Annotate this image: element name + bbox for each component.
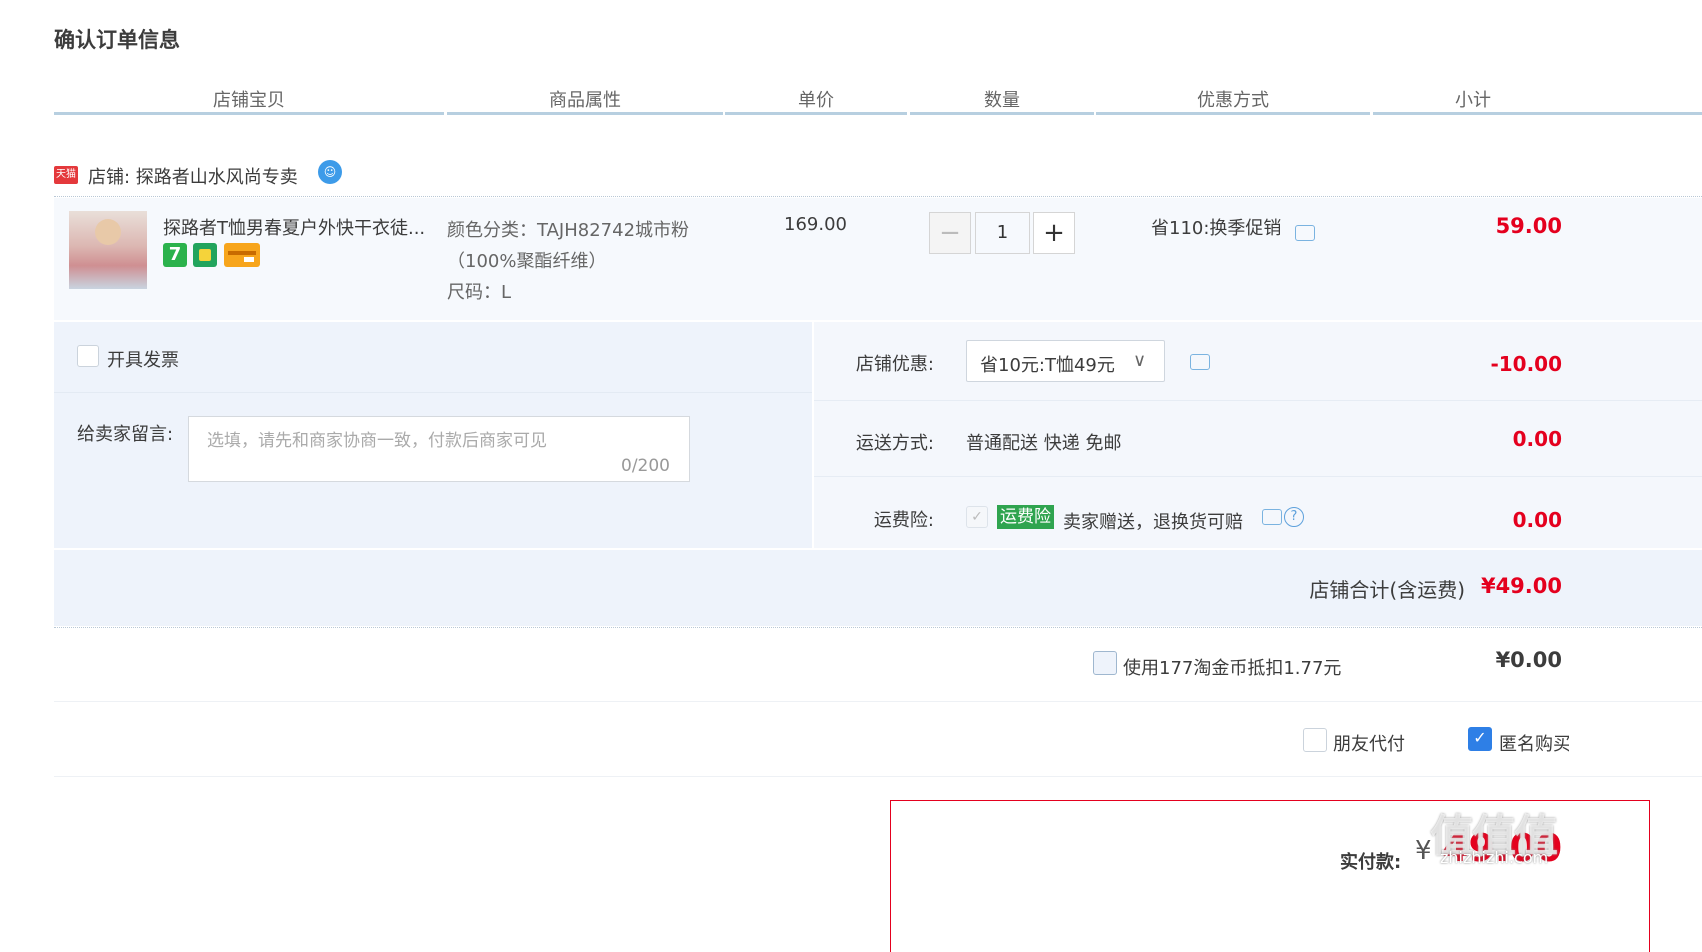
message-label: 给卖家留言: — [77, 424, 174, 445]
divider — [54, 776, 1702, 777]
shipping-method: 普通配送 快递 免邮 — [966, 433, 1122, 454]
divider — [54, 627, 1702, 628]
header-underline — [1096, 112, 1370, 115]
promo-message-icon[interactable] — [1295, 225, 1315, 241]
product-thumbnail[interactable] — [69, 211, 147, 289]
column-header-price: 单价 — [798, 90, 834, 111]
shop-total-value: ¥49.00 — [1480, 574, 1562, 598]
message-char-count: 0/200 — [621, 456, 670, 476]
shop-total-label: 店铺合计(含运费) — [1309, 578, 1465, 602]
divider — [814, 476, 1702, 477]
header-underline — [447, 112, 723, 115]
card-icon[interactable] — [224, 243, 260, 267]
taobao-coins-label: 使用177淘金币抵扣1.77元 — [1123, 658, 1342, 679]
shipping-label: 运送方式: — [855, 433, 934, 454]
attribute-color: 颜色分类：TAJH82742城市粉 — [447, 220, 690, 241]
unit-price: 169.00 — [784, 214, 847, 235]
tmall-logo-icon: 天猫 — [54, 166, 78, 184]
friend-pay-label: 朋友代付 — [1333, 734, 1405, 755]
column-header-item: 店铺宝贝 — [213, 90, 285, 111]
page-title: 确认订单信息 — [54, 28, 180, 52]
insurance-tag: 运费险 — [997, 505, 1054, 529]
divider — [54, 701, 1702, 702]
item-subtotal: 59.00 — [1495, 214, 1562, 238]
shop-discount-selected: 省10元:T恤49元 — [980, 355, 1115, 376]
order-details-panel — [814, 322, 1702, 548]
column-header-subtotal: 小计 — [1455, 90, 1491, 111]
shop-discount-label: 店铺优惠: — [855, 354, 934, 375]
message-placeholder: 选填，请先和商家协商一致，付款后商家可见 — [207, 431, 547, 451]
insurance-value: 0.00 — [1512, 508, 1562, 532]
seven-day-return-icon[interactable]: 7 — [163, 243, 187, 267]
insurance-label: 运费险: — [873, 510, 934, 531]
bag-icon[interactable] — [193, 243, 217, 267]
attribute-material: （100%聚酯纤维） — [447, 251, 607, 272]
help-icon[interactable]: ? — [1284, 507, 1304, 527]
header-underline — [725, 112, 907, 115]
quantity-increase-button[interactable]: + — [1033, 212, 1075, 254]
shop-name-link[interactable]: 店铺: 探路者山水风尚专卖 — [88, 163, 298, 189]
wangwang-chat-icon[interactable]: ☺ — [318, 160, 342, 184]
discount-message-icon[interactable] — [1190, 354, 1210, 370]
header-underline — [54, 112, 444, 115]
quantity-decrease-button[interactable]: − — [929, 212, 971, 254]
column-header-attributes: 商品属性 — [549, 90, 621, 111]
insurance-message-icon[interactable] — [1262, 509, 1282, 525]
payment-label: 实付款: — [1340, 852, 1402, 873]
divider — [814, 400, 1702, 401]
product-title-link[interactable]: 探路者T恤男春夏户外快干衣徒... — [163, 214, 425, 240]
anonymous-label: 匿名购买 — [1499, 734, 1569, 755]
friend-pay-checkbox[interactable] — [1303, 728, 1327, 752]
taobao-coins-checkbox[interactable] — [1093, 651, 1117, 675]
quantity-input[interactable]: 1 — [975, 212, 1030, 254]
shipping-value: 0.00 — [1512, 427, 1562, 451]
column-header-discount: 优惠方式 — [1197, 90, 1269, 111]
insurance-description: 卖家赠送，退换货可赔 — [1063, 512, 1243, 533]
promotion-text: 省110:换季促销 — [1151, 218, 1282, 239]
column-header-quantity: 数量 — [984, 90, 1020, 111]
insurance-checkbox: ✓ — [966, 506, 988, 528]
invoice-checkbox[interactable] — [77, 345, 99, 367]
taobao-coins-value: ¥0.00 — [1495, 648, 1562, 672]
attribute-size: 尺码：L — [447, 282, 512, 303]
watermark-url: zhizhizhi.com — [1440, 848, 1549, 867]
anonymous-checkbox[interactable]: ✓ — [1468, 727, 1492, 751]
invoice-label: 开具发票 — [107, 350, 179, 371]
header-underline — [1373, 112, 1702, 115]
shop-discount-value: -10.00 — [1490, 352, 1562, 376]
header-underline — [910, 112, 1094, 115]
divider — [54, 196, 1702, 197]
divider — [54, 392, 812, 393]
chevron-down-icon: ∨ — [1133, 350, 1147, 371]
